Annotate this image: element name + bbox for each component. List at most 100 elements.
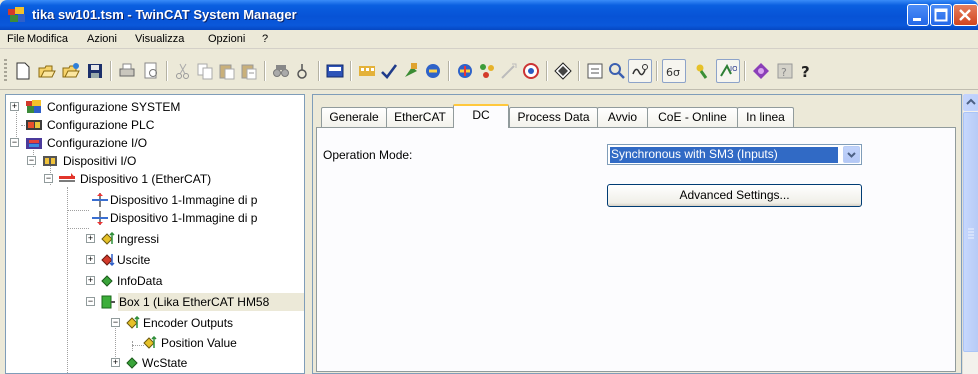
menu-bar: File Modifica Azioni Visualizza Opzioni …: [0, 30, 978, 49]
collapse-toggle[interactable]: −: [27, 156, 36, 165]
dropdown-button[interactable]: [843, 146, 860, 163]
tab-ethercat[interactable]: EtherCAT: [386, 107, 454, 127]
toolbar: 6σ IO ? ?: [0, 50, 978, 90]
save-icon[interactable]: [86, 62, 104, 80]
toolbar-separator: [744, 61, 745, 81]
new-icon[interactable]: [14, 62, 32, 80]
menu-opzioni[interactable]: Opzioni: [208, 33, 245, 45]
tree-node-label: Encoder Outputs: [143, 316, 234, 330]
print-preview-icon[interactable]: [142, 62, 160, 80]
tree-node-label: Configurazione SYSTEM: [47, 100, 181, 114]
tree-node-label: Uscite: [117, 253, 151, 267]
open-remote-icon[interactable]: [62, 62, 80, 80]
tab-generale[interactable]: Generale: [321, 107, 387, 127]
minimize-icon: [913, 18, 921, 21]
advanced-settings-button[interactable]: Advanced Settings...: [607, 184, 862, 207]
minimize-button[interactable]: [907, 4, 929, 26]
generate-mappings-icon[interactable]: [326, 62, 344, 80]
tab-coe-online[interactable]: CoE - Online: [647, 107, 738, 127]
collapse-toggle[interactable]: −: [44, 174, 53, 183]
scan-devices-icon[interactable]: [478, 62, 496, 80]
ethercat-box-icon: [101, 295, 115, 309]
show-online-data-icon[interactable]: [522, 62, 540, 80]
operation-mode-select[interactable]: Synchronous with SM3 (Inputs): [607, 144, 862, 165]
tree-node-label: Ingressi: [117, 232, 160, 246]
tab-process-data[interactable]: Process Data: [509, 107, 598, 127]
vertical-scrollbar[interactable]: [962, 94, 978, 374]
collapse-toggle[interactable]: −: [111, 318, 120, 327]
paste-with-links-icon[interactable]: [240, 62, 258, 80]
title-bar: tika sw101.tsm - TwinCAT System Manager: [0, 0, 978, 30]
tree-node-label: WcState: [142, 356, 188, 370]
variable-input-icon: [143, 336, 157, 349]
tab-avvio[interactable]: Avvio: [597, 107, 648, 127]
operation-mode-value: Synchronous with SM3 (Inputs): [610, 147, 838, 163]
tree-node-label: Dispositivi I/O: [63, 154, 137, 168]
collapse-toggle[interactable]: −: [10, 138, 19, 147]
tree-connector: [67, 187, 68, 373]
process-image-icon: [92, 193, 108, 207]
oscilloscope-icon: [632, 64, 648, 76]
toolbar-separator: [656, 61, 657, 81]
tree-connector: [67, 228, 89, 229]
menu-azioni[interactable]: Azioni: [87, 33, 117, 45]
print-icon[interactable]: [118, 62, 136, 80]
show-sub-items-icon[interactable]: [608, 62, 626, 80]
configuration-tree[interactable]: + Configurazione SYSTEM Configurazione P…: [5, 94, 305, 374]
find-icon[interactable]: [272, 62, 290, 80]
tree-node-label: Dispositivo 1 (EtherCAT): [80, 172, 212, 186]
tree-node-label: Configurazione I/O: [47, 136, 148, 150]
reload-devices-icon[interactable]: [456, 62, 474, 80]
ethercat-device-icon: [59, 173, 75, 182]
copy-icon[interactable]: [196, 62, 214, 80]
cut-icon[interactable]: [174, 62, 192, 80]
tab-dc[interactable]: DC: [453, 104, 509, 128]
io-toggle[interactable]: IO: [716, 59, 740, 83]
collapse-toggle[interactable]: −: [86, 297, 95, 306]
details-pane: Generale EtherCAT DC Process Data Avvio …: [312, 94, 962, 374]
toolbar-separator: [546, 61, 547, 81]
toggle-free-run-icon[interactable]: [500, 62, 518, 80]
tree-connector: [67, 210, 89, 211]
expand-toggle[interactable]: +: [86, 255, 95, 264]
expand-toggle[interactable]: +: [111, 358, 120, 367]
help-context-icon[interactable]: ?: [776, 62, 794, 80]
tab-in-linea[interactable]: In linea: [737, 107, 794, 127]
close-button[interactable]: [953, 4, 978, 26]
inputs-icon: [101, 232, 115, 245]
grip-icon: [968, 228, 974, 239]
dc-tab-panel: Operation Mode: Synchronous with SM3 (In…: [316, 127, 956, 372]
close-icon: [959, 9, 971, 21]
expand-toggle[interactable]: +: [86, 276, 95, 285]
maximize-button[interactable]: [930, 4, 952, 26]
expand-toggle[interactable]: +: [10, 102, 19, 111]
paste-icon[interactable]: [218, 62, 236, 80]
scroll-up-button[interactable]: [963, 94, 978, 111]
maximize-icon: [934, 8, 948, 22]
menu-file[interactable]: File: [7, 33, 25, 45]
check-configuration-icon[interactable]: [358, 62, 376, 80]
toolbar-grip[interactable]: [4, 59, 7, 81]
find-next-icon[interactable]: [294, 62, 312, 80]
set-run-mode-icon[interactable]: [402, 62, 420, 80]
menu-visualizza[interactable]: Visualizza: [135, 33, 184, 45]
select-target-icon[interactable]: [554, 62, 572, 80]
zoom-icon[interactable]: [586, 62, 604, 80]
open-icon[interactable]: [38, 62, 56, 80]
expand-toggle[interactable]: +: [86, 234, 95, 243]
oscilloscope-toggle[interactable]: [628, 59, 652, 83]
svg-text:IO: IO: [730, 65, 737, 73]
set-config-mode-icon[interactable]: [424, 62, 442, 80]
scroll-thumb[interactable]: [963, 112, 978, 352]
pane-splitter[interactable]: [305, 94, 312, 374]
outputs-icon: [101, 254, 115, 267]
tree-view-icon[interactable]: [694, 62, 712, 80]
infodata-icon: [101, 275, 113, 287]
watch-toggle[interactable]: 6σ: [662, 59, 686, 83]
help-icon[interactable]: ?: [798, 62, 816, 80]
twincat-app-icon[interactable]: [8, 7, 25, 23]
activate-configuration-icon[interactable]: [380, 62, 398, 80]
menu-modifica[interactable]: Modifica: [27, 33, 68, 45]
menu-help[interactable]: ?: [262, 33, 268, 45]
about-icon[interactable]: [752, 62, 770, 80]
